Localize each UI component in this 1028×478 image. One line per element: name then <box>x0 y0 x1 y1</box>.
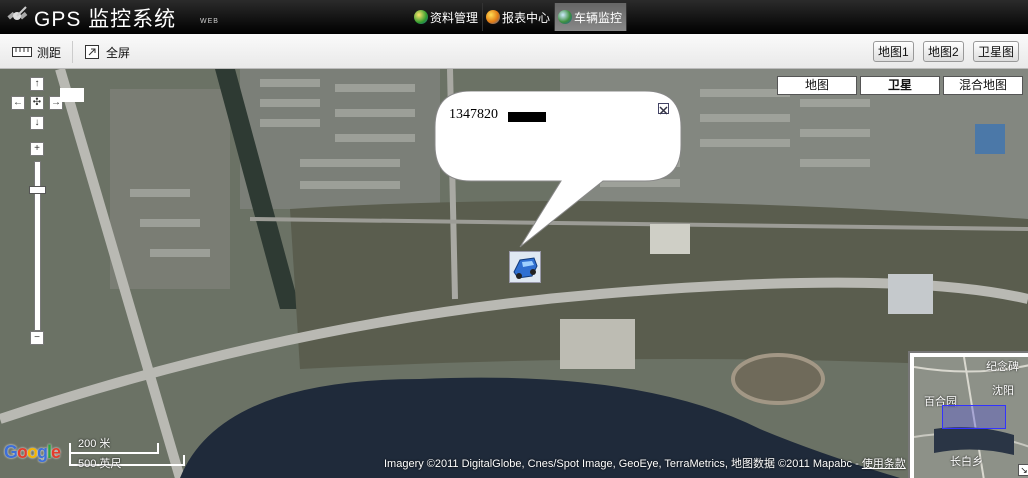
map-toolbar: 测距 全屏 地图1 地图2 卫星图 <box>0 34 1028 69</box>
close-icon[interactable] <box>658 103 669 115</box>
overview-map[interactable]: 纪念碑 沈阳 百合园 长白乡 ↘ <box>908 351 1028 478</box>
measure-label: 测距 <box>37 45 62 60</box>
measure-button[interactable]: 测距 <box>12 44 61 60</box>
scale-metric: 200 米 <box>78 438 111 450</box>
vehicle-id-text: 1347820 <box>449 107 498 122</box>
map-type-tabs: 地图 卫星 混合地图 <box>774 76 1023 95</box>
map2-button[interactable]: 地图2 <box>923 41 964 62</box>
overview-viewport-box[interactable] <box>942 405 1006 429</box>
overview-label-bottom: 长白乡 <box>950 456 983 468</box>
ruler-icon <box>12 47 32 57</box>
chart-icon <box>486 10 501 24</box>
collapse-overview-icon[interactable]: ↘ <box>1018 464 1028 476</box>
top-nav: 资料管理 报表中心 车辆监控 <box>411 3 628 31</box>
satellite-map-button[interactable]: 卫星图 <box>973 41 1020 62</box>
google-logo: Google <box>4 442 61 462</box>
fullscreen-label: 全屏 <box>106 45 131 60</box>
map-type-satellite[interactable]: 卫星 <box>860 76 940 95</box>
fullscreen-button[interactable]: 全屏 <box>85 44 130 60</box>
pan-up-button[interactable]: ↑ <box>30 77 44 91</box>
app-header: GPS 监控系统 WEB 资料管理 报表中心 车辆监控 <box>0 0 1028 34</box>
redaction-bar <box>508 112 546 122</box>
tab-report-center[interactable]: 报表中心 <box>483 3 556 31</box>
zoom-slider-handle[interactable] <box>29 186 46 194</box>
tab-label: 车辆监控 <box>574 10 623 25</box>
map-type-hybrid[interactable]: 混合地图 <box>943 76 1023 95</box>
pan-left-button[interactable]: ← <box>11 96 25 110</box>
fullscreen-icon <box>85 45 99 59</box>
pan-down-button[interactable]: ↓ <box>30 116 44 130</box>
tab-label: 报表中心 <box>502 10 551 25</box>
tab-vehicle-monitor[interactable]: 车辆监控 <box>555 3 628 31</box>
globe-icon <box>414 10 428 24</box>
tab-data-management[interactable]: 资料管理 <box>411 3 484 31</box>
overview-map-view[interactable]: 纪念碑 沈阳 百合园 长白乡 ↘ <box>914 357 1028 478</box>
scale-imperial: 500 英尺 <box>78 458 122 470</box>
map1-button[interactable]: 地图1 <box>873 41 914 62</box>
terms-link[interactable]: 使用条款 <box>862 458 906 470</box>
overview-label-right: 沈阳 <box>992 385 1014 397</box>
tab-label: 资料管理 <box>430 10 479 25</box>
overview-label-top: 纪念碑 <box>986 361 1019 373</box>
car-icon[interactable] <box>509 251 541 283</box>
zoom-out-button[interactable]: − <box>30 331 44 345</box>
satellite-map[interactable]: ↑ ← ✣ → ↓ + − 地图 卫星 混合地图 1347820 200 米 5… <box>0 69 1028 478</box>
map-marker-box <box>60 88 84 102</box>
pan-center-button[interactable]: ✣ <box>30 96 44 110</box>
app-title: GPS 监控系统 <box>34 8 177 31</box>
map-type-map[interactable]: 地图 <box>777 76 857 95</box>
monitor-icon <box>558 10 573 24</box>
satellite-icon <box>7 6 28 20</box>
app-subtitle: WEB <box>200 18 219 25</box>
toolbar-divider <box>72 41 73 63</box>
zoom-in-button[interactable]: + <box>30 142 44 156</box>
map-attribution: Imagery ©2011 DigitalGlobe, Cnes/Spot Im… <box>384 458 906 470</box>
